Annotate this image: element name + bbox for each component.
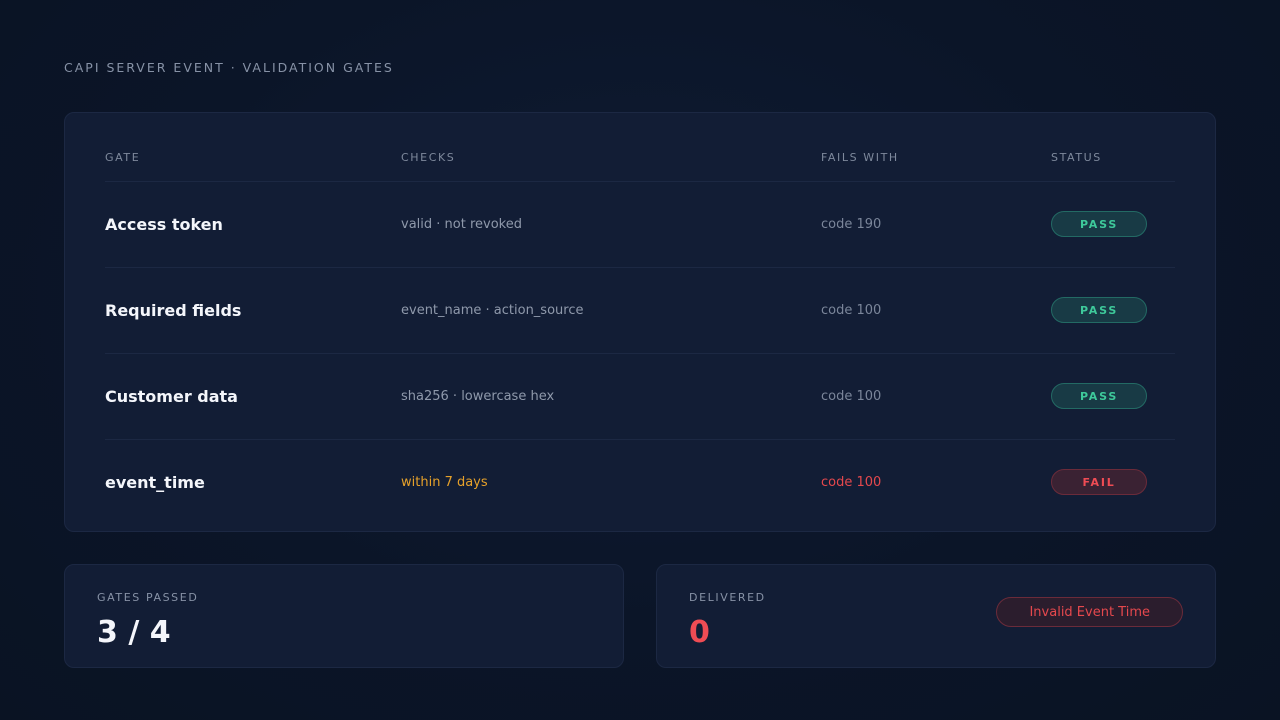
delivered-label: DELIVERED [689,591,766,604]
column-header-gate: GATE [105,151,141,164]
column-header-checks: CHECKS [401,151,456,164]
table-header: GATE CHECKS FAILS WITH STATUS [105,113,1175,182]
column-header-status: STATUS [1051,151,1102,164]
gates-passed-value: 3 / 4 [97,615,171,650]
table-row: Required fields event_name · action_sour… [105,267,1175,354]
gate-name: Access token [105,214,223,234]
gate-fails-with: code 100 [821,474,882,490]
gate-name: Customer data [105,386,238,406]
table-row: event_time within 7 days code 100 FAIL [105,439,1175,525]
error-badge: Invalid Event Time [996,597,1183,627]
status-badge: PASS [1051,211,1147,237]
status-badge: PASS [1051,297,1147,323]
validation-gates-table: GATE CHECKS FAILS WITH STATUS Access tok… [64,112,1216,532]
gate-name: Required fields [105,300,242,320]
gate-checks: event_name · action_source [401,302,584,318]
gate-fails-with: code 190 [821,216,882,232]
delivered-value: 0 [689,615,710,650]
gate-checks: within 7 days [401,474,488,490]
page-title: CAPI SERVER EVENT · VALIDATION GATES [64,60,394,75]
gate-checks: sha256 · lowercase hex [401,388,555,404]
gates-passed-card: GATES PASSED 3 / 4 [64,564,624,668]
gate-checks: valid · not revoked [401,216,522,232]
gates-passed-label: GATES PASSED [97,591,199,604]
gate-fails-with: code 100 [821,388,882,404]
gate-fails-with: code 100 [821,302,882,318]
status-badge: FAIL [1051,469,1147,495]
column-header-fails-with: FAILS WITH [821,151,899,164]
status-badge: PASS [1051,383,1147,409]
gate-name: event_time [105,472,205,492]
table-row: Customer data sha256 · lowercase hex cod… [105,353,1175,440]
delivered-card: DELIVERED 0 Invalid Event Time [656,564,1216,668]
table-row: Access token valid · not revoked code 19… [105,181,1175,268]
